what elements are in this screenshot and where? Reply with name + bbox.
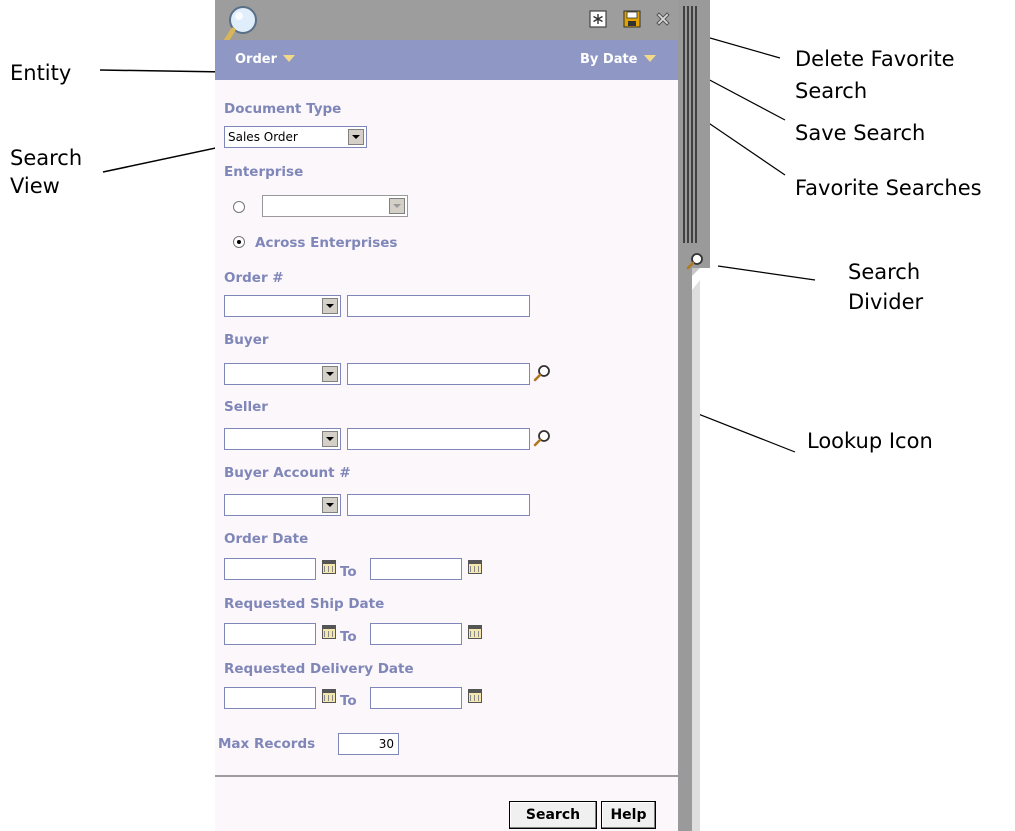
across-enterprises-radio[interactable]: [233, 236, 245, 248]
buyer-account-label: Buyer Account #: [224, 465, 351, 481]
order-number-qualifier-select[interactable]: [224, 295, 341, 317]
calendar-icon[interactable]: [322, 689, 336, 703]
search-divider-callout-line1: Search: [848, 260, 921, 284]
calendar-icon[interactable]: [468, 560, 482, 574]
chevron-down-icon: [322, 298, 338, 314]
chevron-down-icon: [322, 366, 338, 382]
enterprise-select[interactable]: [262, 195, 408, 217]
max-records-input[interactable]: 30: [338, 733, 399, 755]
order-date-to-input[interactable]: [370, 558, 462, 580]
max-records-label: Max Records: [218, 736, 316, 752]
delivery-date-to-input[interactable]: [370, 687, 462, 709]
delete-favorite-icon[interactable]: [654, 10, 672, 28]
search-view-selector[interactable]: By Date: [580, 52, 656, 67]
seller-lookup-icon[interactable]: [533, 429, 551, 447]
delete-favorite-callout-line1: Delete Favorite: [795, 47, 955, 71]
chevron-down-icon: [348, 129, 364, 145]
buyer-account-input[interactable]: [347, 494, 530, 516]
order-number-label: Order #: [224, 270, 284, 286]
ship-date-to-input[interactable]: [370, 623, 462, 645]
order-number-input[interactable]: [347, 295, 530, 317]
search-divider-callout-line2: Divider: [848, 290, 924, 314]
across-enterprises-label: Across Enterprises: [255, 235, 398, 251]
favorite-searches-icon[interactable]: [589, 10, 607, 28]
enterprise-label: Enterprise: [224, 164, 304, 180]
chevron-down-icon: [643, 55, 656, 62]
search-view-callout-line2: View: [10, 174, 60, 198]
search-toolbar: [215, 0, 678, 49]
calendar-icon[interactable]: [322, 625, 336, 639]
ship-date-from-input[interactable]: [224, 623, 316, 645]
requested-ship-date-label: Requested Ship Date: [224, 596, 385, 612]
buyer-input[interactable]: [347, 363, 530, 385]
search-button[interactable]: Search: [509, 801, 597, 829]
requested-delivery-date-label: Requested Delivery Date: [224, 661, 414, 677]
order-date-label: Order Date: [224, 531, 309, 547]
chevron-down-icon: [283, 55, 295, 62]
lookup-icon-callout: Lookup Icon: [807, 429, 933, 453]
ship-date-to-label: To: [340, 629, 357, 645]
divider-magnifier-icon[interactable]: [686, 252, 704, 270]
document-type-value: Sales Order: [228, 130, 298, 144]
buyer-account-qualifier-select[interactable]: [224, 494, 341, 516]
search-divider[interactable]: [678, 0, 710, 831]
entity-callout: Entity: [10, 61, 72, 85]
max-records-value: 30: [378, 737, 394, 751]
entity-callout-line: [99, 69, 228, 73]
seller-qualifier-select[interactable]: [224, 428, 341, 450]
calendar-icon[interactable]: [322, 560, 336, 574]
help-button[interactable]: Help: [601, 801, 656, 829]
panel-divider: [215, 775, 678, 777]
save-search-icon[interactable]: [623, 10, 641, 28]
document-type-label: Document Type: [224, 101, 342, 117]
search-view-callout-line1: Search: [10, 146, 83, 170]
delivery-date-from-input[interactable]: [224, 687, 316, 709]
search-view-label: By Date: [580, 52, 638, 67]
save-search-callout: Save Search: [795, 121, 926, 145]
search-header: Order By Date: [215, 40, 678, 80]
search-panel: Order By Date Document Type Sales Order …: [215, 0, 678, 831]
calendar-icon[interactable]: [468, 625, 482, 639]
calendar-icon[interactable]: [468, 689, 482, 703]
seller-label: Seller: [224, 399, 268, 415]
entity-selector[interactable]: Order: [235, 52, 295, 67]
chevron-down-icon: [389, 198, 405, 214]
enterprise-radio[interactable]: [233, 201, 245, 213]
delivery-date-to-label: To: [340, 693, 357, 709]
buyer-lookup-icon[interactable]: [533, 364, 551, 382]
entity-label: Order: [235, 52, 277, 67]
favorite-searches-callout: Favorite Searches: [795, 176, 982, 200]
search-divider-callout-line: [717, 265, 816, 281]
order-date-to-label: To: [340, 564, 357, 580]
order-date-from-input[interactable]: [224, 558, 316, 580]
buyer-qualifier-select[interactable]: [224, 363, 341, 385]
delete-favorite-callout-line2: Search: [795, 79, 868, 103]
seller-input[interactable]: [347, 428, 530, 450]
chevron-down-icon: [322, 431, 338, 447]
chevron-down-icon: [322, 497, 338, 513]
buyer-label: Buyer: [224, 332, 269, 348]
document-type-select[interactable]: Sales Order: [224, 126, 367, 148]
